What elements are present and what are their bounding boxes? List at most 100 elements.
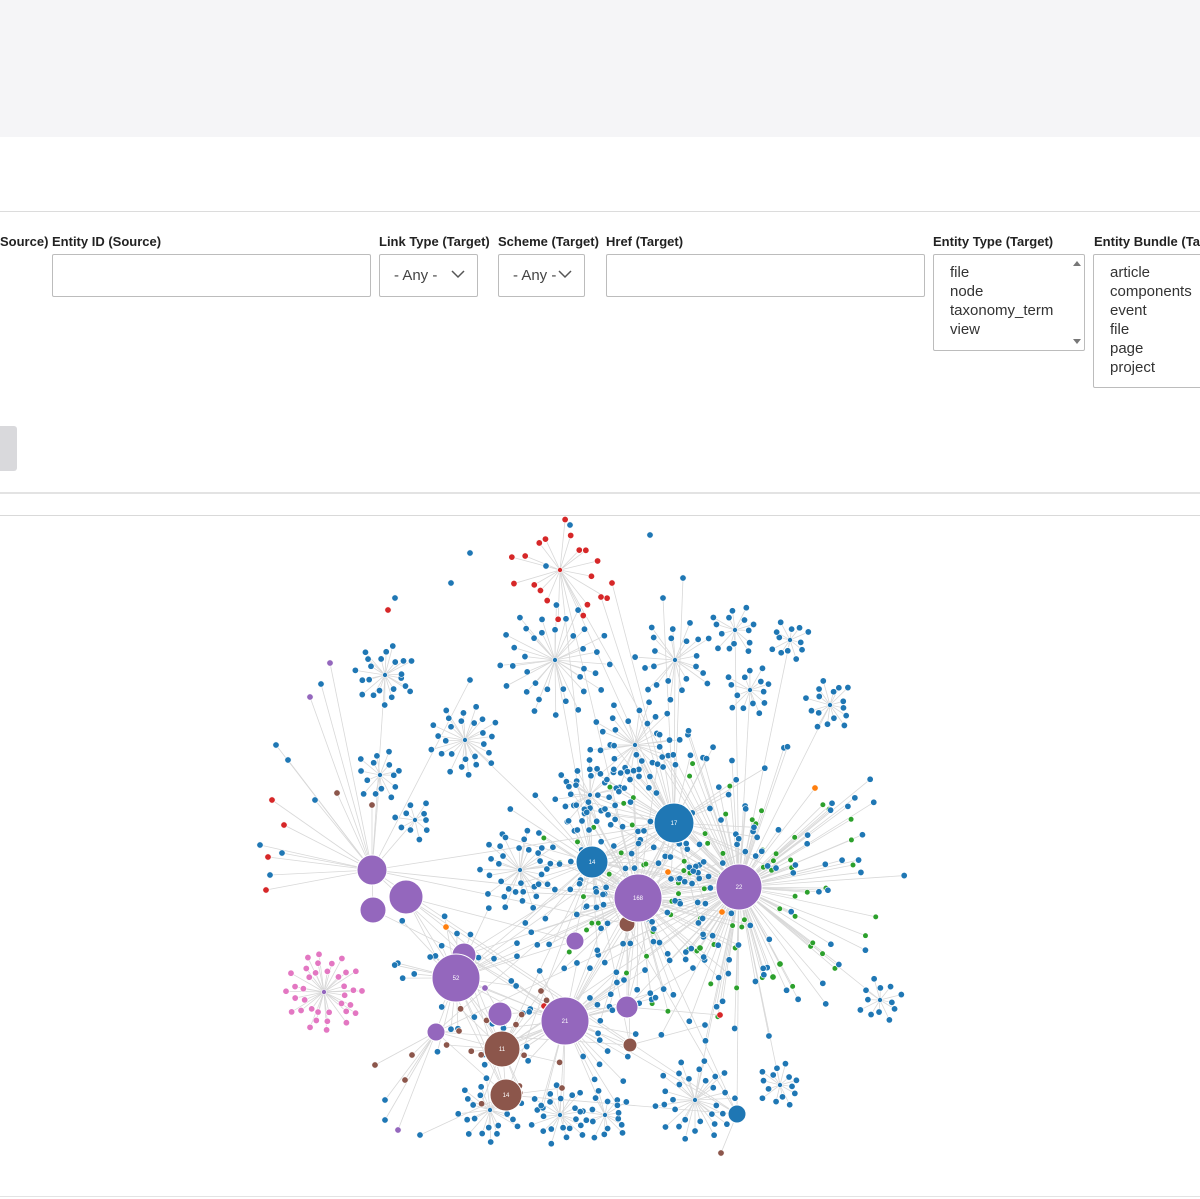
graph-node[interactable] [593,946,601,954]
graph-node[interactable] [758,847,766,855]
graph-node[interactable] [711,1073,719,1081]
graph-node[interactable] [422,816,430,824]
graph-node[interactable] [710,1131,718,1139]
graph-node[interactable] [680,867,687,874]
graph-node[interactable] [864,996,872,1004]
graph-node[interactable] [602,883,610,891]
graph-node[interactable] [651,647,659,655]
graph-node[interactable] [373,752,381,760]
graph-node[interactable] [589,1117,597,1125]
graph-node[interactable] [592,669,600,677]
graph-node[interactable] [783,986,791,994]
graph-node[interactable] [499,852,507,860]
graph-node[interactable] [739,704,747,712]
graph-node[interactable] [666,853,674,861]
graph-node[interactable] [751,977,759,985]
graph-node[interactable] [776,905,783,912]
graph-node[interactable] [870,975,878,983]
graph-node[interactable] [772,864,780,872]
hub-node[interactable] [565,931,585,951]
graph-node[interactable] [465,771,473,779]
graph-node[interactable] [539,1127,547,1135]
graph-node[interactable] [885,1016,893,1024]
listbox-option[interactable]: node [950,282,1084,301]
graph-node[interactable] [442,923,450,931]
graph-node[interactable] [574,838,581,845]
graph-node[interactable] [646,817,654,825]
graph-node[interactable] [358,676,366,684]
graph-node[interactable] [453,930,461,938]
graph-node[interactable] [839,697,847,705]
graph-node[interactable] [695,874,703,882]
graph-node[interactable] [592,718,600,726]
graph-node[interactable] [457,717,465,725]
graph-node[interactable] [701,1037,709,1045]
graph-node[interactable] [601,805,609,813]
graph-node[interactable] [493,1130,501,1138]
graph-node[interactable] [804,831,812,839]
graph-node[interactable] [638,757,646,765]
graph-node[interactable] [650,633,658,641]
cluster-center-node[interactable] [382,672,388,678]
graph-node[interactable] [485,871,493,879]
graph-node[interactable] [769,1071,777,1079]
graph-node[interactable] [527,928,535,936]
graph-node[interactable] [669,751,677,759]
graph-node[interactable] [312,1016,320,1024]
graph-node[interactable] [660,985,668,993]
graph-node[interactable] [650,843,658,851]
graph-node[interactable] [485,1124,493,1132]
graph-node[interactable] [783,743,791,751]
graph-node[interactable] [443,1041,451,1049]
graph-node[interactable] [667,634,675,642]
graph-node[interactable] [709,1084,717,1092]
graph-node[interactable] [576,1108,584,1116]
graph-node[interactable] [371,1061,379,1069]
graph-node[interactable] [862,986,870,994]
graph-node[interactable] [534,849,542,857]
graph-node[interactable] [572,801,580,809]
graph-node[interactable] [787,908,795,916]
graph-node[interactable] [317,680,325,688]
graph-node[interactable] [624,1053,632,1061]
graph-node[interactable] [681,1135,689,1143]
graph-node[interactable] [377,655,385,663]
graph-node[interactable] [656,743,664,751]
graph-node[interactable] [686,619,694,627]
graph-node[interactable] [606,871,613,878]
graph-node[interactable] [640,827,648,835]
graph-node[interactable] [487,1138,495,1146]
graph-node[interactable] [784,647,792,655]
graph-node[interactable] [592,1094,600,1102]
graph-node[interactable] [306,693,314,701]
graph-node[interactable] [777,618,785,626]
graph-node[interactable] [597,686,605,694]
graph-node[interactable] [501,833,509,841]
graph-node[interactable] [729,922,736,929]
graph-node[interactable] [840,721,848,729]
graph-node[interactable] [633,986,641,994]
graph-node[interactable] [503,1110,511,1118]
graph-node[interactable] [728,607,736,615]
graph-node[interactable] [597,746,605,754]
graph-node[interactable] [656,939,664,947]
graph-node[interactable] [600,1130,608,1138]
graph-node[interactable] [519,888,527,896]
graph-node[interactable] [792,1076,800,1084]
graph-node[interactable] [401,682,409,690]
graph-node[interactable] [635,772,643,780]
graph-node[interactable] [334,973,342,981]
graph-node[interactable] [524,1057,532,1065]
graph-node[interactable] [725,614,733,622]
graph-node[interactable] [897,991,905,999]
graph-node[interactable] [712,1101,720,1109]
graph-node[interactable] [352,967,360,975]
graph-node[interactable] [803,840,811,848]
graph-node[interactable] [593,817,601,825]
graph-node[interactable] [760,1077,768,1085]
graph-node[interactable] [575,546,583,554]
graph-node[interactable] [406,801,414,809]
graph-node[interactable] [719,859,727,867]
graph-node[interactable] [297,1006,305,1014]
graph-node[interactable] [481,984,489,992]
